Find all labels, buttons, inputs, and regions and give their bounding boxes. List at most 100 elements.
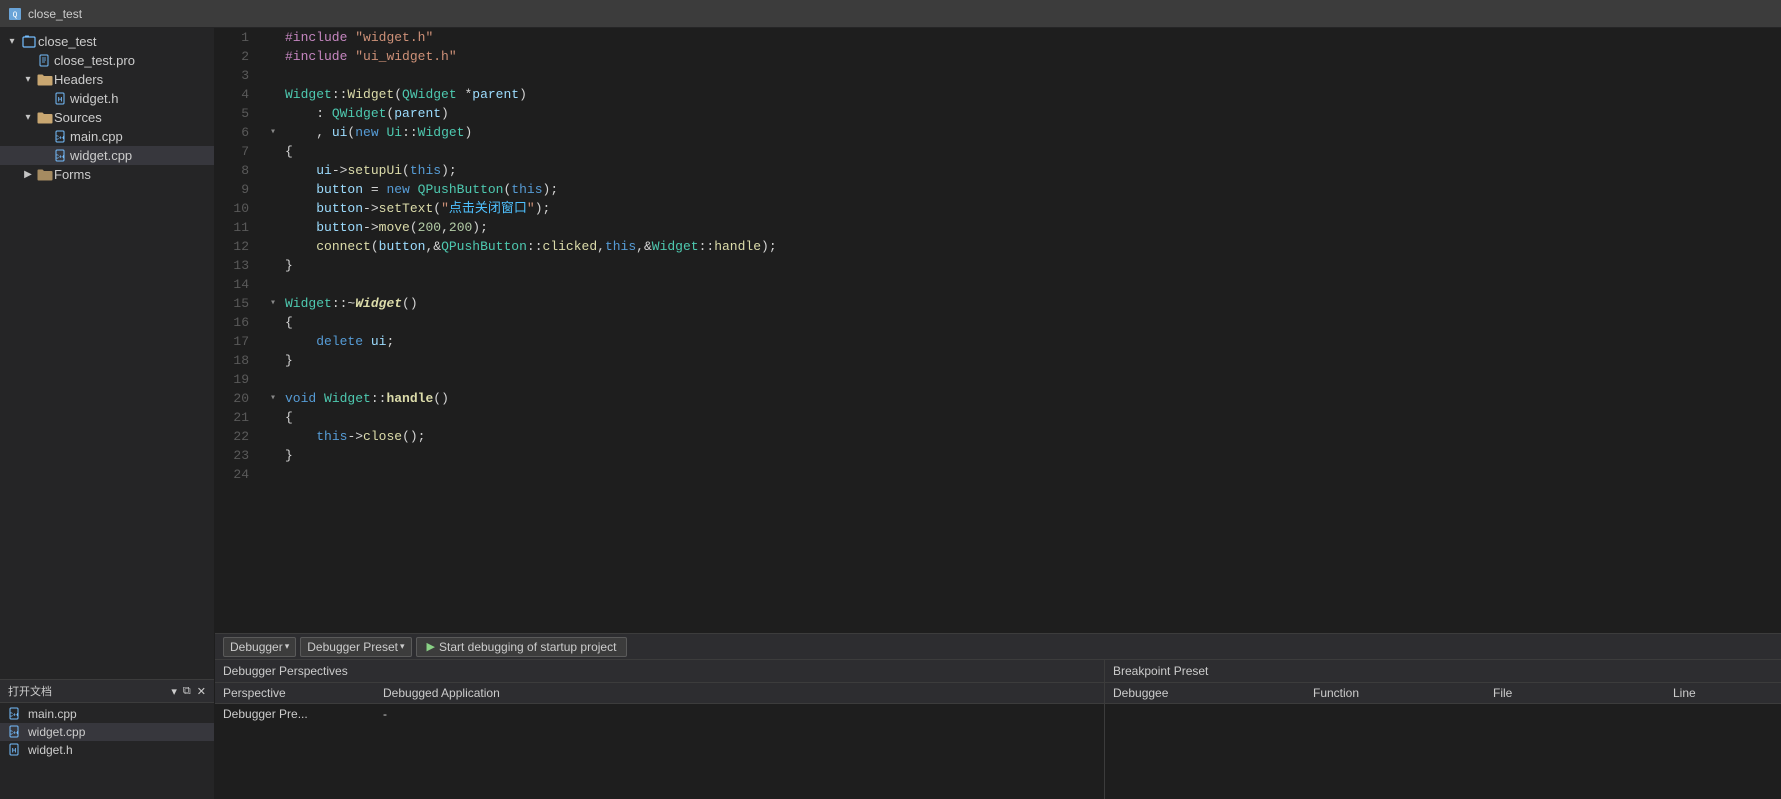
sidebar-item-headers[interactable]: ▾ Headers (0, 70, 214, 89)
debugger-panel-top: Debugger Perspectives Perspective Debugg… (215, 660, 1781, 799)
line-num-6: 6 (215, 123, 265, 142)
fold-gutter-16 (265, 313, 281, 332)
line-num-7: 7 (215, 142, 265, 161)
svg-text:Q: Q (13, 11, 18, 20)
code-line-21: 21 { (215, 408, 1781, 427)
line-num-3: 3 (215, 66, 265, 85)
tree-arrow-pro (20, 55, 36, 66)
line-num-15: 15 (215, 294, 265, 313)
fold-gutter-15[interactable]: ▾ (265, 294, 281, 313)
open-docs-list: C++ main.cpp C++ widget.cpp (0, 703, 214, 799)
widget-cpp-doc-icon: C++ (8, 725, 24, 739)
widget-cpp-label: widget.cpp (70, 148, 214, 163)
line-content-12: connect(button,&QPushButton::clicked,thi… (281, 237, 1781, 256)
line-content-20: void Widget::handle() (281, 389, 1781, 408)
code-line-17: 17 delete ui; (215, 332, 1781, 351)
sidebar-item-widget-cpp[interactable]: C++ widget.cpp (0, 146, 214, 165)
col-debugged-header: Debugged Application (383, 686, 1096, 700)
open-docs-panel: 打开文档 ▾ ⧉ ✕ C++ main.cpp (0, 679, 214, 799)
svg-text:C++: C++ (55, 135, 65, 141)
row-perspective: Debugger Pre... (223, 707, 383, 721)
tree-arrow-headers: ▾ (20, 74, 36, 85)
fold-gutter-22 (265, 427, 281, 446)
code-line-1: 1 #include "widget.h" (215, 28, 1781, 47)
line-content-3 (281, 66, 1781, 85)
line-num-20: 20 (215, 389, 265, 408)
code-line-12: 12 connect(button,&QPushButton::clicked,… (215, 237, 1781, 256)
line-content-9: button = new QPushButton(this); (281, 180, 1781, 199)
fold-gutter-8 (265, 161, 281, 180)
code-line-9: 9 button = new QPushButton(this); (215, 180, 1781, 199)
tree-arrow-widget-cpp (36, 150, 52, 161)
line-num-24: 24 (215, 465, 265, 484)
widget-h-label: widget.h (70, 91, 214, 106)
fold-gutter-12 (265, 237, 281, 256)
sidebar-item-widget-h[interactable]: H widget.h (0, 89, 214, 108)
sidebar-item-main-cpp[interactable]: C++ main.cpp (0, 127, 214, 146)
code-line-16: 16 { (215, 313, 1781, 332)
sidebar: ▾ close_test (0, 28, 215, 799)
fold-gutter-6[interactable]: ▾ (265, 123, 281, 142)
debugger-dropdown[interactable]: Debugger ▾ (223, 637, 296, 657)
row-debugged: - (383, 707, 1096, 721)
open-doc-main-cpp-label: main.cpp (28, 707, 77, 721)
code-line-13: 13 } (215, 256, 1781, 275)
line-num-14: 14 (215, 275, 265, 294)
start-debug-button[interactable]: ▶ Start debugging of startup project (416, 637, 628, 657)
line-num-10: 10 (215, 199, 265, 218)
fold-gutter-10 (265, 199, 281, 218)
sidebar-item-forms[interactable]: ▶ Forms (0, 165, 214, 184)
open-doc-widget-h[interactable]: H widget.h (0, 741, 214, 759)
main-cpp-label: main.cpp (70, 129, 214, 144)
debugger-left-panel: Debugger Perspectives Perspective Debugg… (215, 660, 1105, 799)
line-num-19: 19 (215, 370, 265, 389)
code-editor[interactable]: 1 #include "widget.h" 2 #include "ui_wid… (215, 28, 1781, 633)
panel-close-icon[interactable]: ✕ (197, 685, 206, 698)
preset-dropdown[interactable]: Debugger Preset ▾ (300, 637, 411, 657)
code-line-11: 11 button->move(200,200); (215, 218, 1781, 237)
code-line-19: 19 (215, 370, 1781, 389)
col-function-header: Function (1313, 686, 1493, 700)
code-line-4: 4 Widget::Widget(QWidget *parent) (215, 85, 1781, 104)
line-content-24 (281, 465, 1781, 484)
line-num-4: 4 (215, 85, 265, 104)
debugger-right-panel: Breakpoint Preset Debuggee Function File… (1105, 660, 1781, 799)
svg-text:H: H (12, 749, 16, 755)
sidebar-item-pro[interactable]: close_test.pro (0, 51, 214, 70)
line-content-8: ui->setupUi(this); (281, 161, 1781, 180)
svg-text:C++: C++ (55, 154, 65, 160)
fold-gutter-19 (265, 370, 281, 389)
code-line-10: 10 button->setText("点击关闭窗口"); (215, 199, 1781, 218)
fold-gutter-20[interactable]: ▾ (265, 389, 281, 408)
open-doc-main-cpp[interactable]: C++ main.cpp (0, 705, 214, 723)
tree-arrow-main-cpp (36, 131, 52, 142)
debugger-row-1[interactable]: Debugger Pre... - (215, 704, 1104, 724)
fold-gutter-5 (265, 104, 281, 123)
line-num-1: 1 (215, 28, 265, 47)
col-debuggee-header: Debuggee (1113, 686, 1313, 700)
fold-gutter-18 (265, 351, 281, 370)
panel-split-icon[interactable]: ⧉ (183, 685, 191, 698)
open-docs-title: 打开文档 (8, 683, 52, 699)
sidebar-item-sources[interactable]: ▾ Sources (0, 108, 214, 127)
main-area: ▾ close_test (0, 28, 1781, 799)
sidebar-item-root[interactable]: ▾ close_test (0, 32, 214, 51)
root-label: close_test (38, 34, 214, 49)
line-content-15: Widget::~Widget() (281, 294, 1781, 313)
fold-gutter-23 (265, 446, 281, 465)
panel-ctrl-icon[interactable]: ▾ (171, 685, 177, 698)
debugger-panel: Debugger Perspectives Perspective Debugg… (215, 659, 1781, 799)
forms-folder-icon (36, 168, 54, 182)
open-doc-widget-cpp-label: widget.cpp (28, 725, 85, 739)
tree-arrow-forms: ▶ (20, 169, 36, 180)
fold-gutter-14 (265, 275, 281, 294)
open-doc-widget-h-label: widget.h (28, 743, 73, 757)
breakpoint-preset-title: Breakpoint Preset (1113, 664, 1208, 678)
open-doc-widget-cpp[interactable]: C++ widget.cpp (0, 723, 214, 741)
line-content-11: button->move(200,200); (281, 218, 1781, 237)
fold-gutter-13 (265, 256, 281, 275)
debugger-table-header: Perspective Debugged Application (215, 683, 1104, 704)
play-icon: ▶ (427, 640, 435, 653)
start-debug-label: Start debugging of startup project (439, 640, 616, 654)
line-content-14 (281, 275, 1781, 294)
